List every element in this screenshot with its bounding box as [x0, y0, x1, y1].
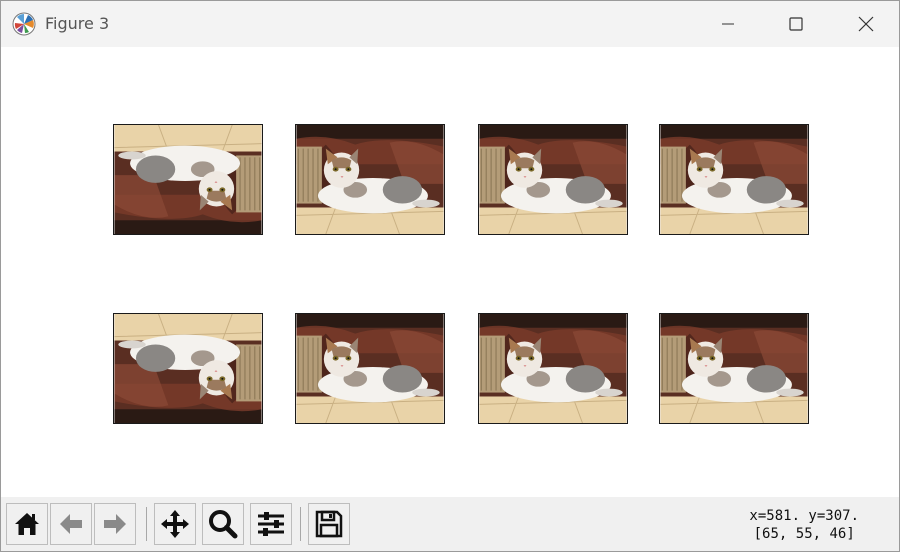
- image-panel: [295, 313, 445, 424]
- home-button[interactable]: [6, 503, 48, 545]
- pixel-value: [65, 55, 46]: [753, 526, 855, 542]
- image-panel: [659, 313, 809, 424]
- figure-window: Figure 3 x=581. y=307. [65, 55, 46]: [0, 0, 900, 552]
- image-panel-rotated: [113, 124, 263, 235]
- image-panel: [659, 124, 809, 235]
- zoom-icon: [209, 510, 238, 539]
- home-icon: [15, 513, 39, 535]
- configure-subplots-button[interactable]: [250, 503, 292, 545]
- back-icon: [60, 514, 82, 534]
- forward-button[interactable]: [94, 503, 136, 545]
- toolbar-separator: [146, 507, 147, 541]
- navigation-toolbar: x=581. y=307. [65, 55, 46]: [1, 497, 899, 551]
- configure-subplots-icon: [258, 512, 284, 536]
- pan-icon: [161, 510, 189, 538]
- toolbar-separator: [300, 507, 301, 541]
- close-button[interactable]: [833, 1, 899, 47]
- maximize-icon: [789, 17, 803, 31]
- cursor-position: x=581. y=307.: [749, 508, 859, 524]
- image-panel: [295, 124, 445, 235]
- pan-button[interactable]: [154, 503, 196, 545]
- window-title: Figure 3: [45, 14, 110, 33]
- zoom-button[interactable]: [202, 503, 244, 545]
- title-bar[interactable]: Figure 3: [1, 1, 899, 47]
- cursor-readout: x=581. y=307. [65, 55, 46]: [749, 507, 859, 543]
- forward-icon: [104, 514, 126, 534]
- back-button[interactable]: [50, 503, 92, 545]
- matplotlib-logo-icon: [12, 12, 36, 36]
- close-icon: [858, 16, 874, 32]
- save-button[interactable]: [308, 503, 350, 545]
- save-icon: [315, 510, 343, 538]
- image-panel: [478, 313, 628, 424]
- image-panel: [478, 124, 628, 235]
- minimize-icon: [722, 23, 734, 25]
- minimize-button[interactable]: [695, 1, 761, 47]
- image-panel-rotated: [113, 313, 263, 424]
- figure-canvas[interactable]: [1, 48, 899, 497]
- maximize-button[interactable]: [763, 1, 829, 47]
